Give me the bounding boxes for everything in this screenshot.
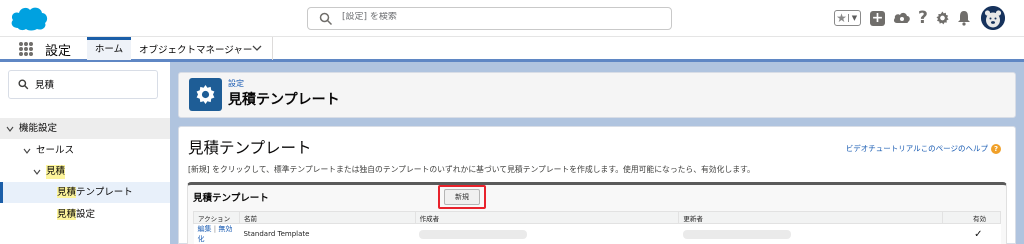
app-launcher-icon[interactable] <box>19 42 33 56</box>
tab-object-manager[interactable]: オブジェクトマネージャー <box>139 42 252 56</box>
active-cell: ✓ <box>942 223 1001 244</box>
search-icon <box>18 79 29 90</box>
chevron-down-icon[interactable] <box>252 43 262 53</box>
column-header-name[interactable]: 名前 <box>238 211 416 224</box>
sidebar-item-sales[interactable]: セールス <box>0 140 170 161</box>
help-icon[interactable]: ? <box>991 143 1001 154</box>
table-row: 編集 | 無効化 Standard Template ✓ <box>193 223 1001 244</box>
sidebar-item-label: セールス <box>36 145 75 156</box>
sidebar-item-label: 見積テンプレート <box>57 182 133 203</box>
name-cell: Standard Template <box>239 223 416 244</box>
cloud-icon[interactable] <box>893 7 911 29</box>
chevron-down-icon <box>6 126 14 132</box>
global-search[interactable] <box>307 7 672 30</box>
add-icon[interactable]: + <box>870 10 885 26</box>
search-icon <box>319 12 333 26</box>
quick-find-box[interactable] <box>8 70 158 99</box>
content-card: 見積テンプレート ビデオチュートリアルこのページのヘルプ ? [新規] をクリッ… <box>178 126 1016 244</box>
column-header-active[interactable]: 有効 <box>942 211 1001 224</box>
column-header-action: アクション <box>193 211 240 224</box>
column-header-created-by[interactable]: 作成者 <box>414 211 680 224</box>
quote-templates-related-list: 見積テンプレート 新規 アクション 名前 作成者 更新者 有効 編集 | 無効化 <box>187 182 1007 244</box>
sidebar-item-label-rest: 設定 <box>76 209 96 220</box>
sidebar-item-feature-settings[interactable]: 機能設定 <box>0 118 170 139</box>
favorites-button[interactable]: ★ ▼ <box>834 10 861 26</box>
sidebar-item-label-rest: テンプレート <box>76 187 133 198</box>
global-header: ★ ▼ + ? <box>0 0 1024 36</box>
breadcrumb[interactable]: 設定 <box>228 78 244 89</box>
related-list-title: 見積テンプレート <box>193 193 269 204</box>
action-separator: | <box>213 225 217 233</box>
description-text: [新規] をクリックして、標準テンプレートまたは独自のテンプレートのいずれかに基… <box>188 165 755 174</box>
sidebar-item-quotes[interactable]: 見積 <box>0 161 170 182</box>
help-link-text[interactable]: ビデオチュートリアルこのページのヘルプ <box>846 143 988 154</box>
sidebar-item-label: 見積 <box>46 165 66 179</box>
new-button[interactable]: 新規 <box>444 189 480 205</box>
sidebar-item-quote-settings[interactable]: 見積設定 <box>0 204 170 225</box>
action-cell: 編集 | 無効化 <box>193 223 240 244</box>
search-match-highlight: 見積 <box>57 187 77 198</box>
search-match-highlight: 見積 <box>57 209 77 220</box>
sidebar-item-label: 機能設定 <box>19 123 58 134</box>
checkmark-icon: ✓ <box>974 228 983 240</box>
app-name: 設定 <box>45 44 72 59</box>
header-utility-icons: ★ ▼ + ? <box>834 4 1005 32</box>
chevron-down-icon <box>33 169 41 175</box>
gear-icon[interactable] <box>935 7 950 29</box>
column-header-modified-by[interactable]: 更新者 <box>678 211 944 224</box>
bell-icon[interactable] <box>957 7 971 29</box>
page-title: 見積テンプレート <box>228 92 340 108</box>
sidebar-item-label: 見積設定 <box>57 204 95 225</box>
quick-find-input[interactable] <box>35 78 145 89</box>
help-icon[interactable]: ? <box>918 7 928 29</box>
setup-gear-icon <box>189 78 222 111</box>
favorites-star-icon: ★ <box>836 11 847 25</box>
edit-link[interactable]: 編集 <box>198 225 212 233</box>
chevron-down-icon <box>23 148 31 154</box>
created-by-cell <box>415 223 679 244</box>
salesforce-cloud-logo[interactable] <box>10 4 48 31</box>
content-title: 見積テンプレート <box>188 139 312 157</box>
setup-sidebar: 機能設定 セールス 見積 見積テンプレート 見積設定 <box>0 62 170 244</box>
sidebar-item-quote-templates[interactable]: 見積テンプレート <box>0 182 170 203</box>
avatar-icon[interactable] <box>980 6 1005 30</box>
help-link[interactable]: ビデオチュートリアルこのページのヘルプ ? <box>846 143 1001 154</box>
templates-table: アクション 名前 作成者 更新者 有効 編集 | 無効化 Standard Te… <box>193 211 1001 244</box>
tab-home[interactable]: ホーム <box>87 37 131 60</box>
chevron-down-icon: ▼ <box>847 14 860 22</box>
page-header: 設定 見積テンプレート <box>178 72 1016 118</box>
nav-divider <box>272 37 273 60</box>
redacted-value <box>419 229 528 239</box>
modified-by-cell <box>678 223 943 244</box>
redacted-value <box>682 229 791 239</box>
global-search-input[interactable] <box>342 12 642 22</box>
table-header-row: アクション 名前 作成者 更新者 有効 <box>193 211 1001 224</box>
app-navigation-bar: 設定 ホーム オブジェクトマネージャー <box>0 36 1024 62</box>
